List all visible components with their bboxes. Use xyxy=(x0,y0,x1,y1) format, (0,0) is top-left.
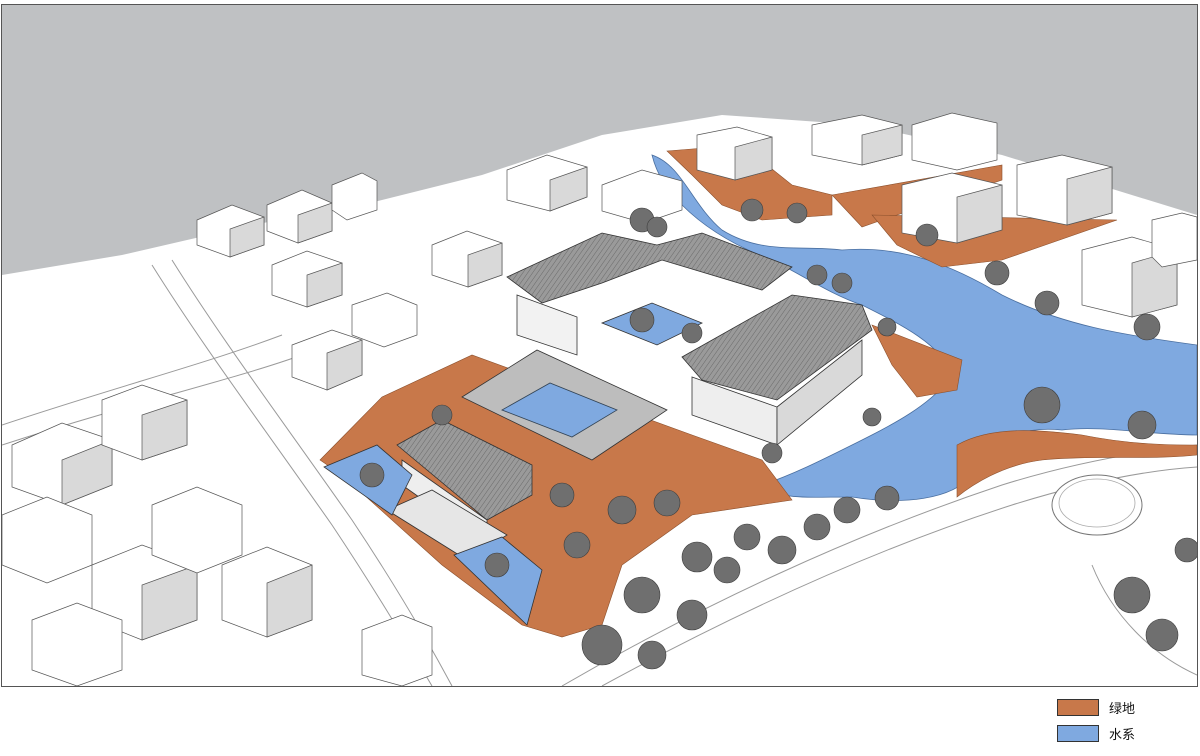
legend-item-water: 水系 xyxy=(1057,723,1135,743)
legend-item-green-space: 绿地 xyxy=(1057,697,1135,717)
legend-label-green-space: 绿地 xyxy=(1109,701,1136,717)
legend-label-water: 水系 xyxy=(1109,727,1136,743)
roundabout xyxy=(1051,474,1143,536)
aerial-site-plan xyxy=(2,5,1197,686)
legend-swatch-water xyxy=(1057,724,1099,742)
north-hall-wall xyxy=(516,294,578,356)
legend: 绿地 水系 xyxy=(1057,697,1135,749)
legend-swatch-green-space xyxy=(1057,698,1099,716)
site-plan-frame xyxy=(1,4,1198,687)
